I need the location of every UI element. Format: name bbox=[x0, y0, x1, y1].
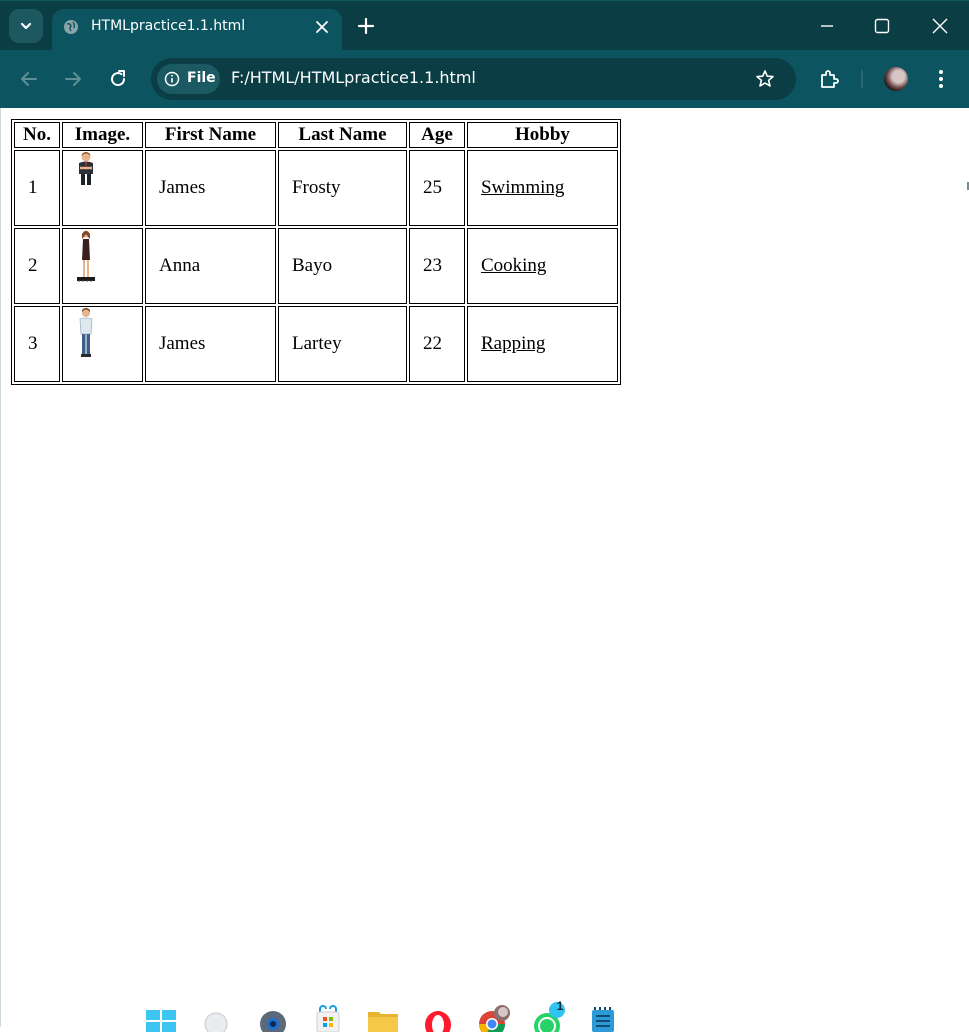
cell-last-name: Lartey bbox=[277, 306, 407, 382]
cell-hobby: Cooking bbox=[466, 228, 618, 304]
whatsapp-badge: 1 bbox=[556, 999, 564, 1013]
search-icon[interactable] bbox=[199, 1000, 233, 1032]
bookmark-star-icon[interactable] bbox=[755, 69, 775, 89]
cell-first-name: James bbox=[144, 306, 276, 382]
cell-last-name: Bayo bbox=[277, 228, 407, 304]
chrome-icon[interactable] bbox=[476, 1000, 510, 1032]
reload-icon[interactable] bbox=[106, 67, 130, 91]
header-first-name: First Name bbox=[144, 122, 276, 148]
minimize-icon[interactable] bbox=[817, 16, 837, 36]
page-viewport: No. Image. First Name Last Name Age Hobb… bbox=[0, 108, 969, 1027]
opera-icon[interactable] bbox=[421, 1000, 455, 1032]
address-bar[interactable]: File F:/HTML/HTMLpractice1.1.html bbox=[151, 58, 796, 100]
globe-icon bbox=[64, 20, 78, 34]
header-last-name: Last Name bbox=[277, 122, 407, 148]
cell-first-name: Anna bbox=[144, 228, 276, 304]
hobby-link[interactable]: Swimming bbox=[481, 177, 564, 198]
maximize-icon[interactable] bbox=[872, 16, 892, 36]
new-tab-icon[interactable] bbox=[356, 16, 376, 36]
cell-age: 25 bbox=[408, 150, 465, 226]
cell-image bbox=[61, 228, 143, 304]
forward-arrow-icon[interactable] bbox=[61, 67, 85, 91]
tab-title: HTMLpractice1.1.html bbox=[91, 18, 246, 34]
cell-hobby: Rapping bbox=[466, 306, 618, 382]
cell-age: 22 bbox=[408, 306, 465, 382]
people-table: No. Image. First Name Last Name Age Hobb… bbox=[11, 119, 621, 385]
header-image: Image. bbox=[61, 122, 143, 148]
extensions-puzzle-icon[interactable] bbox=[818, 68, 840, 90]
header-age: Age bbox=[408, 122, 465, 148]
tab-search-button[interactable] bbox=[9, 9, 43, 43]
cell-image bbox=[61, 150, 143, 226]
profile-avatar[interactable] bbox=[884, 67, 908, 91]
cell-no: 3 bbox=[14, 306, 60, 382]
microsoft-store-icon[interactable] bbox=[311, 1000, 345, 1032]
file-explorer-icon[interactable] bbox=[366, 1000, 400, 1032]
cell-no: 1 bbox=[14, 150, 60, 226]
hobby-link[interactable]: Cooking bbox=[481, 255, 546, 276]
browser-window: HTMLpractice1.1.html File F:/HTML/HTMLpr… bbox=[0, 0, 969, 1032]
active-tab[interactable]: HTMLpractice1.1.html bbox=[52, 9, 342, 51]
cell-no: 2 bbox=[14, 228, 60, 304]
tab-strip: HTMLpractice1.1.html bbox=[0, 0, 969, 51]
table-header-row: No. Image. First Name Last Name Age Hobb… bbox=[14, 122, 618, 148]
cell-image bbox=[61, 306, 143, 382]
chevron-down-icon bbox=[20, 22, 32, 30]
table-row: 1 James Frosty 25 Swimming bbox=[14, 150, 618, 226]
taskbar: 1 bbox=[0, 995, 969, 1032]
info-icon bbox=[164, 71, 180, 87]
man-in-suit-avatar-icon bbox=[78, 152, 93, 185]
site-info-chip[interactable]: File bbox=[157, 64, 220, 94]
hobby-link[interactable]: Rapping bbox=[481, 333, 545, 354]
cell-age: 23 bbox=[408, 228, 465, 304]
more-menu-icon[interactable] bbox=[930, 68, 952, 90]
header-no: No. bbox=[14, 122, 60, 148]
table-row: 2 Anna Bayo 23 Cooking bbox=[14, 228, 618, 304]
windows-start-icon[interactable] bbox=[144, 1000, 178, 1032]
woman-in-dress-avatar-icon bbox=[76, 230, 95, 282]
settings-icon[interactable] bbox=[256, 1000, 290, 1032]
close-tab-icon[interactable] bbox=[314, 19, 330, 35]
header-hobby: Hobby bbox=[466, 122, 618, 148]
toolbar-separator bbox=[861, 70, 863, 88]
back-arrow-icon[interactable] bbox=[17, 67, 41, 91]
cell-first-name: James bbox=[144, 150, 276, 226]
cell-hobby: Swimming bbox=[466, 150, 618, 226]
man-casual-avatar-icon bbox=[79, 308, 93, 357]
site-info-label: File bbox=[187, 70, 216, 86]
table-row: 3 James Lartey 22 Rapping bbox=[14, 306, 618, 382]
url-text[interactable]: F:/HTML/HTMLpractice1.1.html bbox=[231, 68, 476, 87]
window-close-icon[interactable] bbox=[930, 16, 950, 36]
notepad-icon[interactable] bbox=[586, 1000, 620, 1032]
cell-last-name: Frosty bbox=[277, 150, 407, 226]
